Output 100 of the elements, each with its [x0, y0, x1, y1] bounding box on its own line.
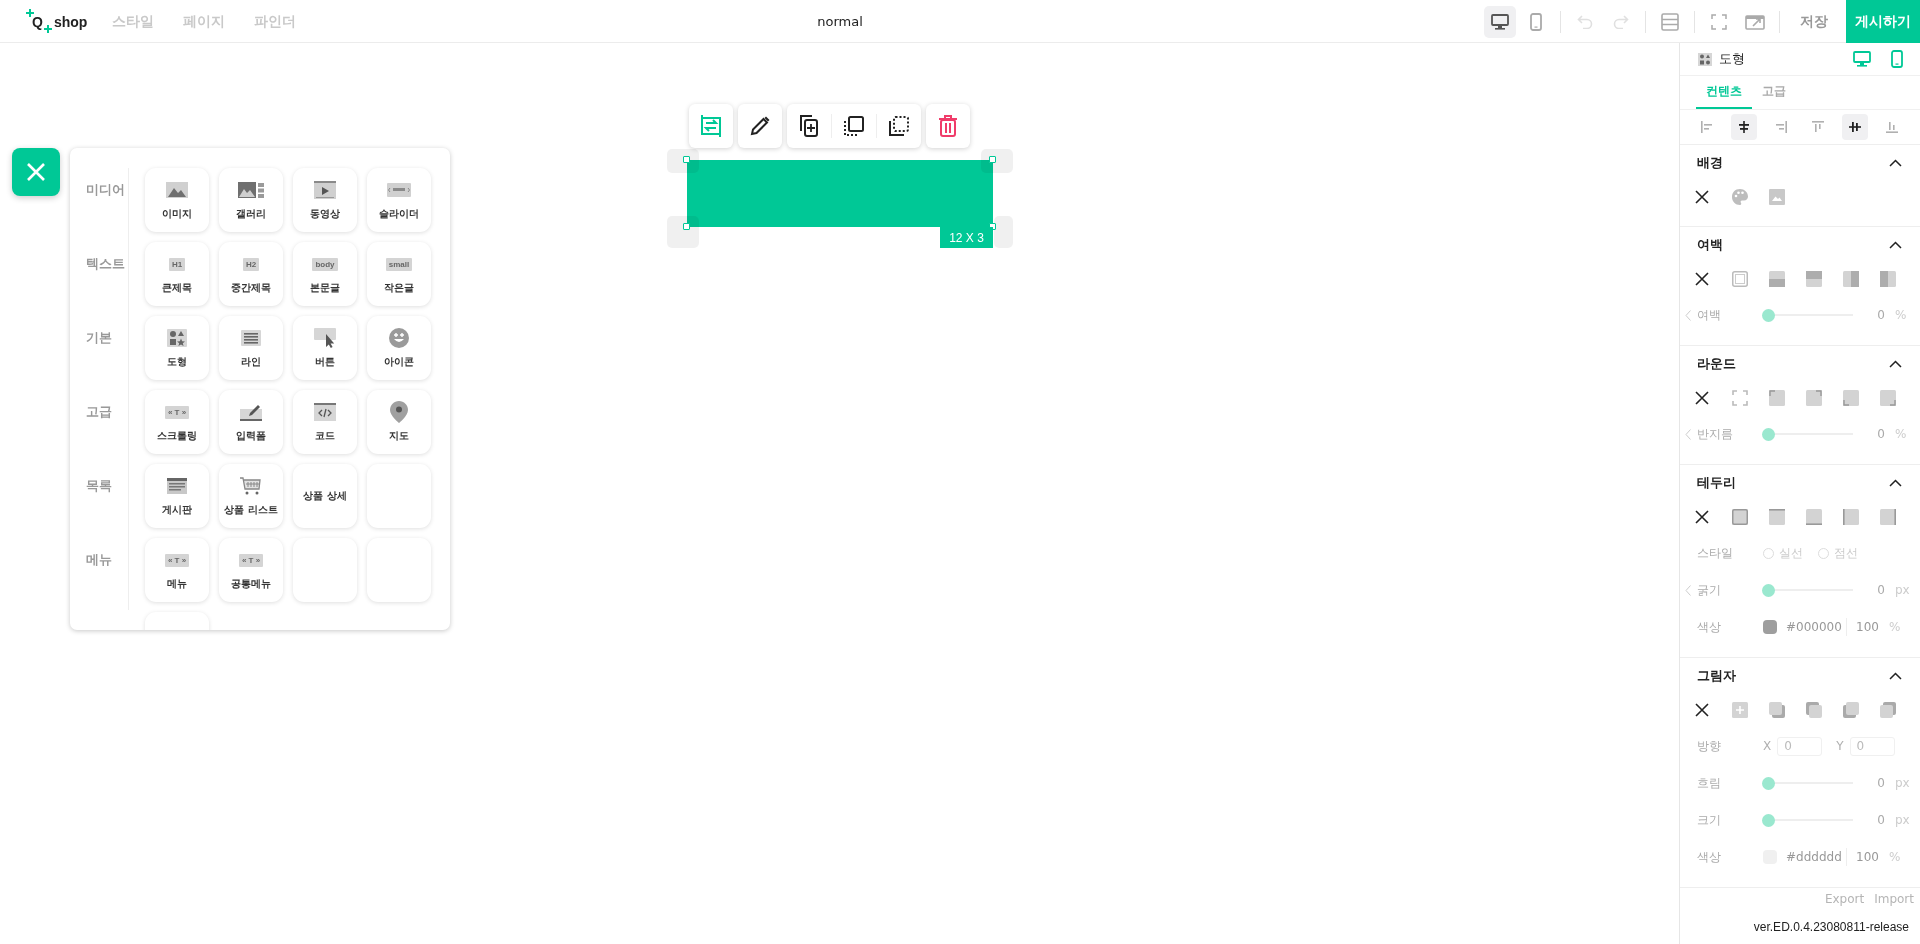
widget-tile[interactable]: small 작은글: [367, 242, 431, 306]
code-icon: [314, 403, 336, 421]
close-icon[interactable]: [1695, 272, 1709, 286]
collapse-button[interactable]: [1889, 672, 1902, 680]
border-icon[interactable]: [1880, 509, 1896, 525]
collapse-button[interactable]: [1889, 479, 1902, 487]
hex-value: #dddddd: [1786, 850, 1843, 864]
color-swatch[interactable]: [1763, 620, 1777, 634]
corner-knob[interactable]: [989, 156, 996, 163]
unit-label: %: [1895, 308, 1907, 322]
video-icon: [314, 181, 336, 199]
widget-tile[interactable]: 동영상: [293, 168, 357, 232]
edit-button[interactable]: [738, 104, 782, 148]
widget-tile[interactable]: 상품 상세: [293, 464, 357, 528]
shadow-icon[interactable]: [1732, 702, 1748, 718]
resize-handle[interactable]: [994, 216, 1013, 248]
corners-icon[interactable]: [1732, 390, 1748, 406]
chevron-icon: [1889, 159, 1902, 167]
border-icon[interactable]: [1843, 509, 1859, 525]
slider-icon: [387, 183, 411, 197]
unit-label: %: [1895, 427, 1907, 441]
duplicate-icon: [800, 115, 818, 137]
padding-bottom-icon[interactable]: [1806, 271, 1822, 287]
slider-value: 0: [1876, 813, 1885, 827]
image-icon: [166, 182, 188, 198]
section-title: 라운드: [1697, 355, 1736, 373]
widget-tile[interactable]: 버튼: [293, 316, 357, 380]
resize-handle[interactable]: [667, 216, 699, 248]
corner-icon[interactable]: [1880, 390, 1896, 406]
shadow-icon[interactable]: [1843, 702, 1859, 718]
input-form-icon: [240, 403, 262, 421]
widget-tile[interactable]: « T » 공통메뉴: [219, 538, 283, 602]
device-button[interactable]: [1484, 5, 1516, 38]
widget-tile[interactable]: 게시판: [145, 464, 209, 528]
corner-icon[interactable]: [1806, 390, 1822, 406]
widget-tile[interactable]: H1 큰제목: [145, 242, 209, 306]
widget-tile[interactable]: body 본문글: [293, 242, 357, 306]
collapse-button[interactable]: [1889, 241, 1902, 249]
delete-button[interactable]: [926, 104, 970, 148]
widget-tile[interactable]: 상품 리스트: [219, 464, 283, 528]
shadow-icon[interactable]: [1880, 702, 1896, 718]
widget-tile[interactable]: 갤러리: [219, 168, 283, 232]
widget-tile[interactable]: 라인: [219, 316, 283, 380]
chevron-left-icon[interactable]: [1685, 309, 1691, 321]
widget-tile[interactable]: « T » 메뉴: [145, 538, 209, 602]
gallery-icon: [238, 182, 264, 198]
widget-tile[interactable]: 아이콘: [367, 316, 431, 380]
widget-tile[interactable]: 지도: [367, 390, 431, 454]
border-icon[interactable]: [1732, 509, 1748, 525]
padding-icon[interactable]: [1732, 271, 1748, 287]
corner-icon[interactable]: [1843, 390, 1859, 406]
resize-handle[interactable]: [667, 149, 699, 173]
padding-right-icon[interactable]: [1880, 271, 1896, 287]
slider-thumb[interactable]: [1762, 308, 1775, 322]
close-icon[interactable]: [1695, 391, 1709, 405]
layer-front-icon: [844, 116, 864, 136]
widget-tile[interactable]: 이미지: [145, 168, 209, 232]
widget-tile[interactable]: H2 중간제목: [219, 242, 283, 306]
collapse-button[interactable]: [1889, 360, 1902, 368]
field-label: 색상: [1697, 618, 1722, 636]
close-icon[interactable]: [1695, 510, 1709, 524]
corner-icon[interactable]: [1769, 390, 1785, 406]
close-icon[interactable]: [1695, 190, 1709, 204]
widget-tile[interactable]: 도형: [145, 316, 209, 380]
widget-tile[interactable]: 슬라이더: [367, 168, 431, 232]
padding-left-icon[interactable]: [1843, 271, 1859, 287]
align-button[interactable]: [1731, 114, 1757, 140]
board-icon: [167, 478, 187, 494]
chevron-icon: [1889, 479, 1902, 487]
swap-button[interactable]: [689, 104, 733, 148]
slider-thumb[interactable]: [1762, 583, 1775, 597]
shadow-icon[interactable]: [1806, 702, 1822, 718]
collapse-button[interactable]: [1889, 159, 1902, 167]
resize-handle[interactable]: [981, 149, 1013, 173]
corner-knob[interactable]: [683, 223, 690, 230]
close-icon[interactable]: [1695, 703, 1709, 717]
chevron-left-icon[interactable]: [1685, 584, 1691, 596]
desktop-icon: [1853, 51, 1871, 67]
widget-tile[interactable]: « T » 스크롤링: [145, 390, 209, 454]
shapes-icon: [167, 329, 187, 347]
chevron-left-icon[interactable]: [1685, 428, 1691, 440]
border-icon[interactable]: [1806, 509, 1822, 525]
align-icon: [1737, 120, 1751, 134]
hex-value: #000000: [1786, 620, 1843, 634]
widget-tile[interactable]: 코드: [293, 390, 357, 454]
swap-icon: [699, 115, 723, 137]
image-icon[interactable]: [1769, 189, 1785, 205]
corner-knob[interactable]: [683, 156, 690, 163]
slider-thumb[interactable]: [1762, 427, 1775, 441]
widget-tile[interactable]: 입력폼: [219, 390, 283, 454]
slider-thumb[interactable]: [1762, 813, 1775, 827]
close-button[interactable]: [12, 148, 60, 196]
shadow-icon[interactable]: [1769, 702, 1785, 718]
palette-icon[interactable]: [1732, 189, 1748, 205]
field-label: 방향: [1697, 737, 1722, 755]
border-icon[interactable]: [1769, 509, 1785, 525]
slider-value: 0: [1876, 583, 1885, 597]
padding-top-icon[interactable]: [1769, 271, 1785, 287]
align-button[interactable]: [1842, 114, 1868, 140]
slider-thumb[interactable]: [1762, 776, 1775, 790]
